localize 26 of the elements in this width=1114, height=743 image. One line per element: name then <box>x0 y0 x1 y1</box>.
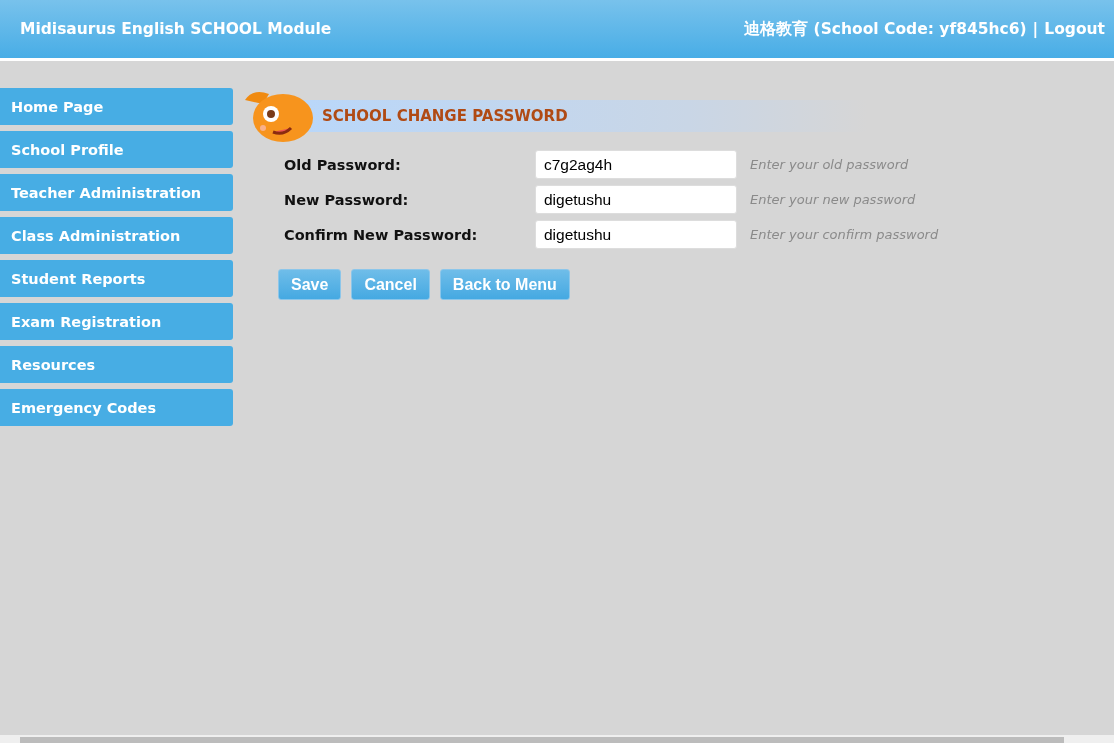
form-button[interactable]: Cancel <box>351 269 430 300</box>
password-field[interactable]: digetushu <box>535 185 737 214</box>
logout-link[interactable]: Logout <box>1044 20 1105 38</box>
sidebar-item[interactable]: Resources <box>0 346 233 383</box>
school-info: 迪格教育 (School Code: yf845hc6) <box>744 18 1027 40</box>
page-title: SCHOOL CHANGE PASSWORD <box>322 107 568 125</box>
field-hint: Enter your confirm password <box>750 227 940 242</box>
password-field[interactable]: c7g2ag4h <box>535 150 737 179</box>
form-button[interactable]: Save <box>278 269 342 300</box>
field-hint: Enter your old password <box>750 157 910 172</box>
password-field[interactable]: digetushu <box>535 220 737 249</box>
form-button[interactable]: Back to Menu <box>439 269 570 300</box>
sidebar-item[interactable]: School Profile <box>0 131 233 168</box>
sidebar-item[interactable]: Teacher Administration <box>0 174 233 211</box>
field-label: Confirm New Password: <box>284 226 479 243</box>
sidebar-item[interactable]: Emergency Codes <box>0 389 233 426</box>
sidebar-item[interactable]: Exam Registration <box>0 303 233 340</box>
sidebar-item[interactable]: Home Page <box>0 88 233 125</box>
sidebar-item[interactable]: Class Administration <box>0 217 233 254</box>
separator: | <box>1032 20 1039 38</box>
scrollbar[interactable] <box>0 735 1114 743</box>
field-label: Old Password: <box>284 156 402 173</box>
field-hint: Enter your new password <box>750 192 917 207</box>
app-title: Midisaurus English SCHOOL Module <box>20 20 332 38</box>
sidebar-item[interactable]: Student Reports <box>0 260 233 297</box>
field-label: New Password: <box>284 191 410 208</box>
